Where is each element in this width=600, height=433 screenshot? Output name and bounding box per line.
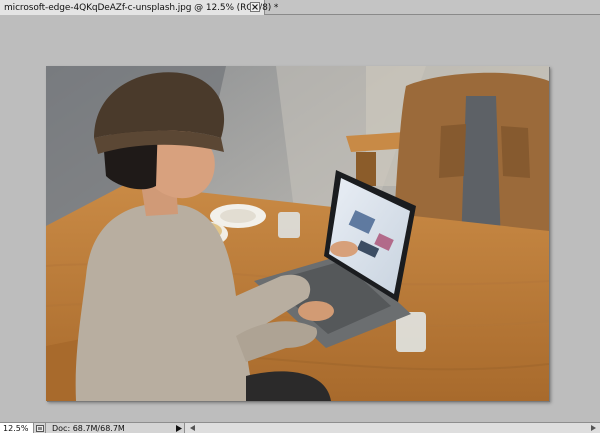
document-image[interactable] xyxy=(46,66,549,401)
canvas-workspace[interactable] xyxy=(0,15,600,422)
document-tab-strip: microsoft-edge-4QKqDeAZf-c-unsplash.jpg … xyxy=(0,0,600,15)
zoom-level-value: 12.5% xyxy=(3,423,29,433)
scroll-left-arrow-icon[interactable] xyxy=(187,423,197,432)
document-status-icon[interactable] xyxy=(34,423,46,433)
horizontal-scrollbar[interactable] xyxy=(184,423,600,433)
close-icon[interactable] xyxy=(250,2,260,12)
document-tab-title: microsoft-edge-4QKqDeAZf-c-unsplash.jpg … xyxy=(4,2,279,13)
document-tab[interactable]: microsoft-edge-4QKqDeAZf-c-unsplash.jpg … xyxy=(0,0,278,15)
status-bar: 12.5% Doc: 68.7M/68.7M xyxy=(0,422,600,433)
zoom-level-field[interactable]: 12.5% xyxy=(0,423,34,433)
document-size-info: Doc: 68.7M/68.7M xyxy=(52,423,125,433)
scroll-right-arrow-icon[interactable] xyxy=(588,423,598,432)
triangle-right-icon[interactable] xyxy=(174,423,184,433)
